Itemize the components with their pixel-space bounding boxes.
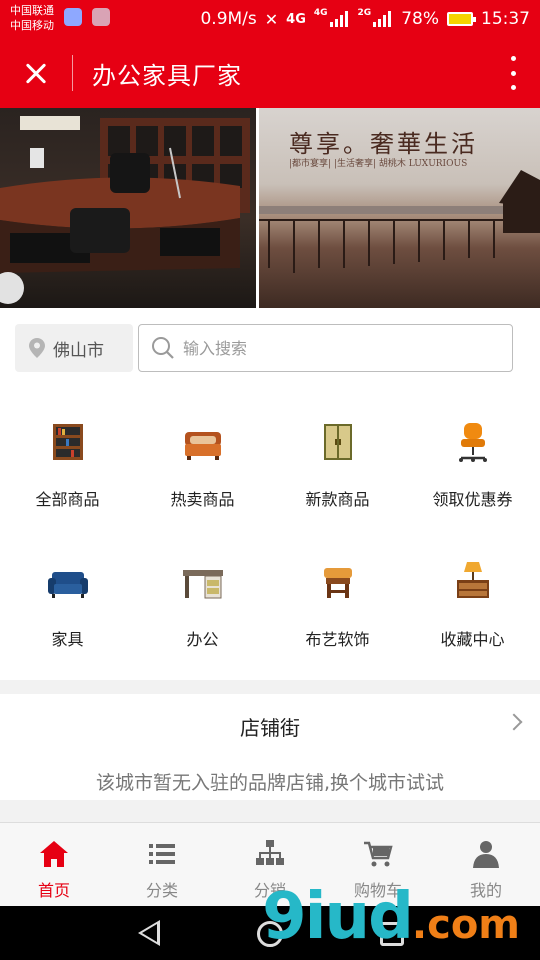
tab-profile[interactable]: 我的 <box>432 823 540 906</box>
banner-luxury-image[interactable]: 尊享。奢華生活 |都市宴享| |生活奢享| 胡桃木 LUXURIOUS <box>259 108 540 308</box>
category-hot-sale[interactable]: 热卖商品 <box>135 390 270 530</box>
sofa-icon <box>47 572 88 598</box>
category-furniture[interactable]: 家具 <box>0 530 135 680</box>
tab-cart[interactable]: 购物车 <box>324 823 432 906</box>
signal-icon-2 <box>373 11 393 27</box>
battery-percent: 78% <box>401 9 439 29</box>
tab-label: 我的 <box>469 881 502 900</box>
category-label: 全部商品 <box>35 490 100 509</box>
category-label: 新款商品 <box>305 490 370 509</box>
net-4g-label: 4G <box>286 11 306 27</box>
title-divider <box>72 55 73 91</box>
search-input[interactable] <box>183 338 483 358</box>
user-icon <box>473 841 499 868</box>
tab-home[interactable]: 首页 <box>0 823 108 906</box>
net-4g-small: 4G <box>313 8 328 18</box>
stool-icon <box>323 568 352 598</box>
status-right: 0.9M/s ✕ 4G 4G 2G 78% 15:37 <box>200 0 530 38</box>
store-street-title[interactable]: 店铺街 <box>0 712 540 741</box>
city-label: 佛山市 <box>53 340 104 361</box>
store-street-section: 店铺街 该城市暂无入驻的品牌店铺,换个城市试试 <box>0 694 540 800</box>
search-row: 佛山市 <box>0 308 540 390</box>
office-chair-icon <box>458 423 487 462</box>
page-title: 办公家具厂家 <box>92 62 242 90</box>
network-speed: 0.9M/s <box>200 9 257 29</box>
category-soft-decor[interactable]: 布艺软饰 <box>270 530 405 680</box>
title-bar: 办公家具厂家 <box>0 38 540 108</box>
wardrobe-icon <box>323 424 352 460</box>
category-grid: 全部商品 热卖商品 新款商品 领取优惠券 家具 办公 布艺软饰 收藏中心 <box>0 390 540 680</box>
category-label: 领取优惠券 <box>432 490 513 509</box>
hierarchy-icon <box>256 840 284 865</box>
carrier-2: 中国移动 <box>10 19 54 32</box>
list-icon <box>149 844 175 864</box>
cart-icon <box>364 841 393 867</box>
mute-icon: ✕ <box>264 9 279 29</box>
image-notification-icon <box>92 8 110 26</box>
bottom-tab-bar: 首页 分类 分销 购物车 我的 <box>0 822 540 906</box>
signal-icon <box>329 11 350 27</box>
banner-office-desk-image[interactable] <box>0 108 256 308</box>
office-desk-illustration <box>0 116 250 304</box>
close-icon[interactable] <box>14 51 58 95</box>
carrier-1: 中国联通 <box>10 4 54 17</box>
status-bar: 中国联通 中国移动 0.9M/s ✕ 4G 4G 2G 78% 15:37 <box>0 0 540 38</box>
app-screen: { "status_bar": { "carrier_1": "中国联通", "… <box>0 0 540 960</box>
category-label: 家具 <box>51 630 84 649</box>
category-label: 办公 <box>186 630 219 649</box>
recent-apps-icon[interactable] <box>380 922 404 946</box>
pier-illustration <box>259 170 540 273</box>
category-label: 布艺软饰 <box>305 630 370 649</box>
nightstand-lamp-icon <box>456 562 489 598</box>
net-2g: 2G <box>357 8 372 18</box>
category-label: 收藏中心 <box>440 630 505 649</box>
desk-icon <box>182 570 223 599</box>
search-box[interactable] <box>138 324 513 372</box>
sofa-bed-icon <box>184 432 221 460</box>
tab-distribution[interactable]: 分销 <box>216 823 324 906</box>
home-icon <box>40 841 68 867</box>
tab-label: 分销 <box>253 881 286 900</box>
search-icon <box>152 337 174 359</box>
category-office[interactable]: 办公 <box>135 530 270 680</box>
category-all-products[interactable]: 全部商品 <box>0 390 135 530</box>
tab-category[interactable]: 分类 <box>108 823 216 906</box>
location-pin-icon <box>29 338 45 358</box>
banner-carousel[interactable]: 尊享。奢華生活 |都市宴享| |生活奢享| 胡桃木 LUXURIOUS <box>0 108 540 308</box>
carrier-info: 中国联通 中国移动 <box>10 3 54 33</box>
more-vertical-icon[interactable] <box>506 56 520 90</box>
category-favorites[interactable]: 收藏中心 <box>405 530 540 680</box>
battery-icon <box>447 12 476 26</box>
clock: 15:37 <box>481 9 530 29</box>
app-notification-icon <box>64 8 82 26</box>
store-street-empty-message: 该城市暂无入驻的品牌店铺,换个城市试试 <box>95 772 445 794</box>
back-icon[interactable] <box>138 920 160 946</box>
tab-label: 首页 <box>37 881 70 900</box>
system-nav-bar <box>0 906 540 960</box>
tab-label: 购物车 <box>353 881 402 900</box>
category-new-arrivals[interactable]: 新款商品 <box>270 390 405 530</box>
home-circle-icon[interactable] <box>257 921 283 947</box>
bookshelf-icon <box>52 424 83 460</box>
tab-label: 分类 <box>145 881 178 900</box>
category-label: 热卖商品 <box>170 490 235 509</box>
category-coupons[interactable]: 领取优惠券 <box>405 390 540 530</box>
city-selector[interactable]: 佛山市 <box>15 324 133 372</box>
